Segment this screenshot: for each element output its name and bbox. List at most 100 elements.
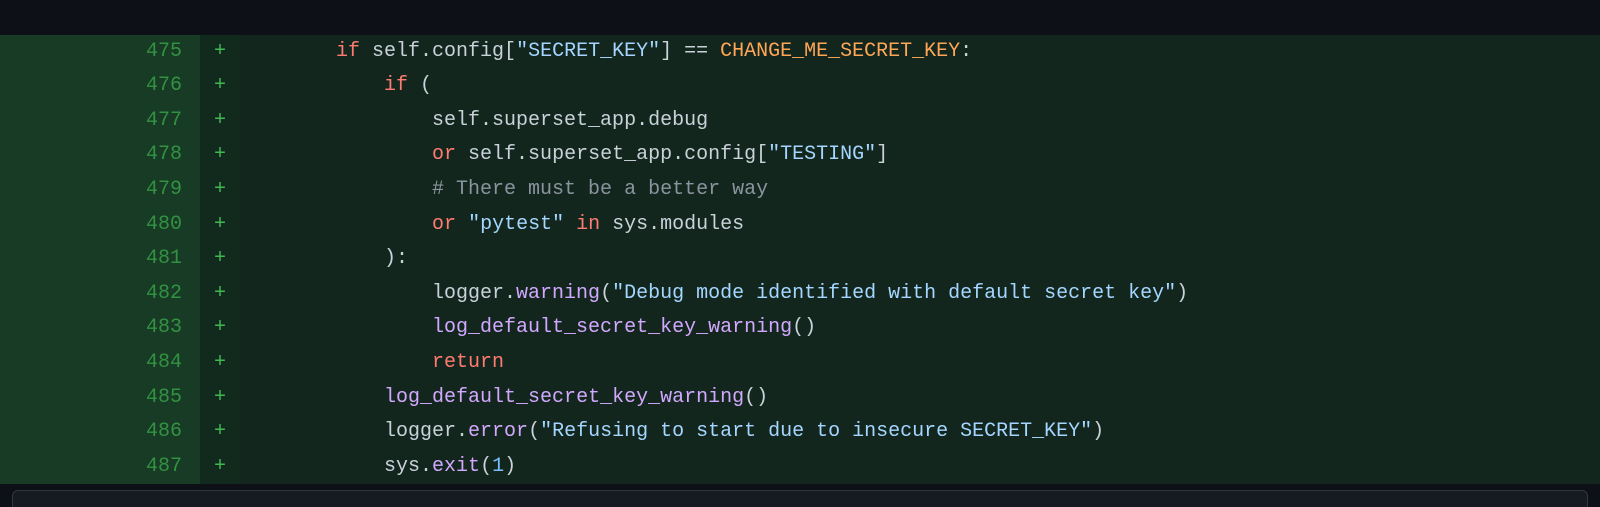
code-cell[interactable]: ): <box>240 242 1600 277</box>
diff-line: 483+ log_default_secret_key_warning() <box>0 311 1600 346</box>
code-token: () <box>744 386 768 409</box>
code-cell[interactable]: logger.warning("Debug mode identified wi… <box>240 277 1600 312</box>
line-number-old[interactable] <box>0 450 100 485</box>
line-number-new[interactable]: 476 <box>100 69 200 104</box>
diff-marker: + <box>200 69 240 104</box>
line-number-old[interactable] <box>0 173 100 208</box>
code-token: exit <box>432 455 480 478</box>
diff-marker: + <box>200 450 240 485</box>
code-token: CHANGE_ME_SECRET_KEY <box>720 40 960 63</box>
line-number-new[interactable]: 475 <box>100 35 200 70</box>
line-number-new[interactable]: 477 <box>100 104 200 139</box>
line-number-new[interactable]: 486 <box>100 415 200 450</box>
diff-marker: + <box>200 277 240 312</box>
line-number-new[interactable]: 484 <box>100 346 200 381</box>
code-token: ): <box>384 247 408 270</box>
line-number-new[interactable]: 479 <box>100 173 200 208</box>
diff-marker: + <box>200 173 240 208</box>
code-token <box>240 386 384 409</box>
line-number-new[interactable]: 478 <box>100 138 200 173</box>
code-token: self.superset_app.debug <box>432 109 708 132</box>
line-number-old[interactable] <box>0 381 100 416</box>
diff-line: 475+ if self.config["SECRET_KEY"] == CHA… <box>0 35 1600 70</box>
line-number-new[interactable]: 487 <box>100 450 200 485</box>
diff-marker: + <box>200 242 240 277</box>
line-number-new[interactable]: 485 <box>100 381 200 416</box>
diff-line: 486+ logger.error("Refusing to start due… <box>0 415 1600 450</box>
code-token: "pytest" <box>468 213 564 236</box>
code-token <box>240 143 432 166</box>
line-number-old[interactable] <box>0 415 100 450</box>
code-token <box>240 282 432 305</box>
code-token: ] == <box>660 40 720 63</box>
code-cell[interactable]: if ( <box>240 69 1600 104</box>
line-number-new[interactable]: 482 <box>100 277 200 312</box>
code-token: : <box>960 40 972 63</box>
code-token <box>240 316 432 339</box>
diff-line: 476+ if ( <box>0 69 1600 104</box>
diff-line: 480+ or "pytest" in sys.modules <box>0 208 1600 243</box>
code-token: ) <box>1092 420 1104 443</box>
code-token: ( <box>408 74 432 97</box>
code-token: if <box>384 74 408 97</box>
code-token: sys. <box>384 455 432 478</box>
code-token <box>240 74 384 97</box>
code-token <box>240 178 432 201</box>
diff-marker: + <box>200 35 240 70</box>
line-number-old[interactable] <box>0 208 100 243</box>
code-token: () <box>792 316 816 339</box>
line-number-new[interactable]: 483 <box>100 311 200 346</box>
diff-line: 485+ log_default_secret_key_warning() <box>0 381 1600 416</box>
code-token: log_default_secret_key_warning <box>384 386 744 409</box>
diff-marker: + <box>200 104 240 139</box>
diff-line: 479+ # There must be a better way <box>0 173 1600 208</box>
diff-marker: + <box>200 208 240 243</box>
code-token: logger. <box>432 282 516 305</box>
line-number-old[interactable] <box>0 242 100 277</box>
code-token <box>564 213 576 236</box>
line-number-old[interactable] <box>0 277 100 312</box>
line-number-old[interactable] <box>0 69 100 104</box>
line-number-old[interactable] <box>0 35 100 70</box>
diff-marker: + <box>200 311 240 346</box>
code-token: sys.modules <box>600 213 744 236</box>
diff-marker: + <box>200 346 240 381</box>
code-cell[interactable]: or "pytest" in sys.modules <box>240 208 1600 243</box>
code-token: self.config[ <box>360 40 516 63</box>
diff-line: 481+ ): <box>0 242 1600 277</box>
code-token: ( <box>600 282 612 305</box>
line-number-new[interactable]: 474 <box>100 0 200 7</box>
line-number-old[interactable]: 473 <box>0 0 100 7</box>
code-token: return <box>432 351 504 374</box>
diff-marker: + <box>200 138 240 173</box>
line-number-old[interactable] <box>0 346 100 381</box>
code-token <box>240 247 384 270</box>
code-cell[interactable]: log_default_secret_key_warning() <box>240 311 1600 346</box>
line-number-old[interactable] <box>0 104 100 139</box>
code-cell[interactable]: sys.exit(1) <box>240 450 1600 485</box>
code-cell[interactable]: or self.superset_app.config["TESTING"] <box>240 138 1600 173</box>
comment-box-collapsed[interactable] <box>12 490 1588 507</box>
line-number-new[interactable]: 480 <box>100 208 200 243</box>
code-token: # There must be a better way <box>432 178 768 201</box>
diff-line: 478+ or self.superset_app.config["TESTIN… <box>0 138 1600 173</box>
code-token: ( <box>480 455 492 478</box>
code-cell[interactable]: logger.error("Refusing to start due to i… <box>240 415 1600 450</box>
line-number-old[interactable] <box>0 311 100 346</box>
code-cell[interactable]: log_default_secret_key_warning() <box>240 381 1600 416</box>
line-number-old[interactable] <box>0 138 100 173</box>
code-cell[interactable]: # There must be a better way <box>240 173 1600 208</box>
code-token: "SECRET_KEY" <box>516 40 660 63</box>
code-token <box>456 213 468 236</box>
code-cell[interactable]: return <box>240 346 1600 381</box>
code-cell[interactable]: if self.config["SECRET_KEY"] == CHANGE_M… <box>240 35 1600 70</box>
diff-line: 487+ sys.exit(1) <box>0 450 1600 485</box>
diff-line: 477+ self.superset_app.debug <box>0 104 1600 139</box>
code-cell <box>240 0 1600 7</box>
code-token <box>240 40 336 63</box>
line-number-new[interactable]: 481 <box>100 242 200 277</box>
code-token: ] <box>876 143 888 166</box>
code-token: "Debug mode identified with default secr… <box>612 282 1176 305</box>
code-token <box>240 351 432 374</box>
code-cell[interactable]: self.superset_app.debug <box>240 104 1600 139</box>
